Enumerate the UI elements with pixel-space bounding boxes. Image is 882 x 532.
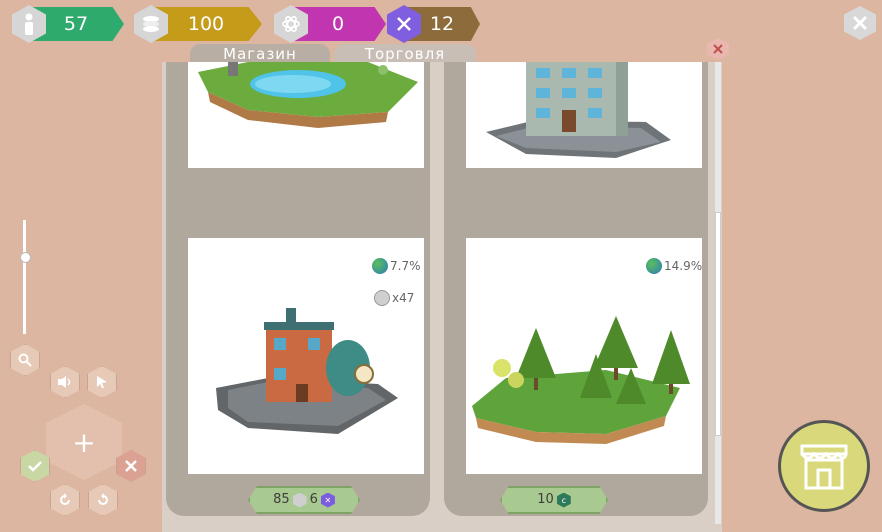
price-value-gem: 6: [309, 492, 318, 507]
leaf-icon: c: [556, 492, 571, 508]
globe-icon: [646, 258, 662, 274]
price-tag: 10 c: [500, 486, 608, 514]
eco-percent-value: 7.7%: [390, 259, 421, 273]
stone-value: 100: [187, 13, 225, 35]
globe-icon: [372, 258, 388, 274]
tab-shop-label: Магазин: [223, 45, 297, 63]
stone-icon: [292, 492, 307, 508]
income-stat-value: x47: [392, 291, 415, 305]
search-icon[interactable]: [10, 344, 40, 376]
build-placeholder: +: [46, 404, 122, 480]
panel-scrollbar[interactable]: [715, 62, 721, 524]
water-island-image: [188, 62, 424, 168]
sound-icon[interactable]: [50, 366, 80, 398]
storefront-icon: [800, 444, 848, 490]
population-value: 57: [63, 13, 89, 35]
stone-coin-icon: [374, 290, 390, 306]
scrollbar-thumb[interactable]: [715, 212, 721, 436]
tab-shop[interactable]: Магазин: [190, 44, 330, 64]
price-value-stone: 85: [273, 492, 290, 507]
eco-percent: 14.9%: [646, 258, 702, 274]
shop-item-forest[interactable]: 14.9% 10 c: [444, 216, 708, 516]
shop-panel: 18 ● 130 8 ♦: [162, 62, 722, 532]
price-tag: 85 6 ✕: [248, 486, 360, 514]
tab-trade-label: Торговля: [364, 45, 446, 63]
price-value: 10: [537, 492, 554, 507]
eco-percent-value: 14.9%: [664, 259, 703, 273]
gems-value: 0: [331, 13, 345, 35]
confirm-check-icon[interactable]: [20, 450, 50, 482]
tools-value: 12: [429, 13, 455, 35]
zoom-slider-handle[interactable]: [20, 252, 31, 263]
tab-trade[interactable]: Торговля: [334, 44, 476, 64]
shop-item-factory[interactable]: 7.7% x47 85 6 ✕: [166, 216, 430, 516]
income-stat: x47: [374, 290, 414, 306]
rotate-right-icon[interactable]: [88, 484, 118, 516]
cursor-icon[interactable]: [87, 366, 117, 398]
zoom-slider[interactable]: [20, 220, 31, 334]
rotate-left-icon[interactable]: [50, 484, 80, 516]
eco-percent: 7.7%: [372, 258, 421, 274]
shop-button[interactable]: [778, 420, 870, 512]
plus-icon: +: [72, 425, 96, 459]
close-panel-button[interactable]: [707, 38, 729, 60]
build-tools-button[interactable]: [844, 6, 876, 40]
apartment-building-image: [466, 62, 702, 168]
gem-icon: ✕: [320, 492, 335, 508]
